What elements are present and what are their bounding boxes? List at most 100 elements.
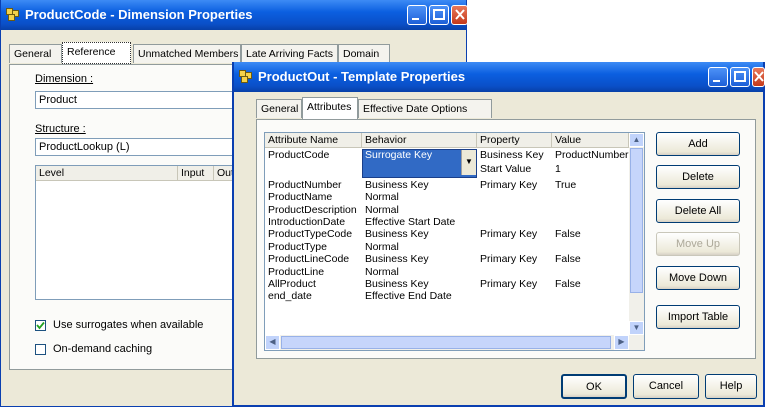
template-properties-titlebar[interactable]: ProductOut - Template Properties: [234, 62, 765, 92]
delete-all-button[interactable]: Delete All: [656, 199, 740, 223]
close-icon[interactable]: [752, 67, 765, 87]
attribute-name-cell: ProductLineCode: [268, 253, 350, 266]
on-demand-caching-label: On-demand caching: [53, 343, 153, 355]
table-row[interactable]: ProductLine Normal: [265, 266, 629, 278]
tab-general[interactable]: General: [256, 99, 302, 118]
behavior-cell: Normal: [365, 203, 399, 216]
table-row[interactable]: IntroductionDate Effective Start Date: [265, 216, 629, 228]
attribute-name-cell: ProductCode: [268, 149, 330, 161]
table-row[interactable]: ProductName Normal: [265, 191, 629, 203]
minimize-icon[interactable]: [708, 67, 728, 87]
behavior-cell: Effective End Date: [365, 290, 452, 303]
structure-field[interactable]: ProductLookup (L): [35, 138, 235, 156]
input-column-header[interactable]: Input: [178, 166, 214, 181]
property-cell: Primary Key: [480, 228, 538, 241]
property-cell: Business Key: [480, 149, 544, 161]
table-row[interactable]: ProductDescription Normal: [265, 204, 629, 216]
tab-reference[interactable]: Reference: [62, 42, 131, 64]
dimension-label: Dimension :: [35, 73, 94, 85]
use-surrogates-checkbox[interactable]: [35, 320, 46, 331]
minimize-icon[interactable]: [407, 5, 427, 25]
behavior-cell: Business Key: [365, 228, 429, 241]
structure-label: Structure :: [35, 123, 86, 135]
dimension-properties-titlebar[interactable]: ProductCode - Dimension Properties: [1, 0, 468, 30]
table-row[interactable]: ProductCode Surrogate Key Business Key Prod…: [265, 149, 629, 178]
table-row[interactable]: end_date Effective End Date: [265, 290, 629, 302]
horizontal-scrollbar[interactable]: ◀ ▶: [265, 335, 644, 350]
tab-unmatched-members[interactable]: Unmatched Members: [133, 44, 241, 63]
table-row[interactable]: ProductType Normal: [265, 241, 629, 253]
value-cell: True: [555, 178, 577, 191]
value-column-header[interactable]: Value: [552, 133, 629, 148]
tab-late-arriving-facts[interactable]: Late Arriving Facts: [241, 44, 338, 63]
close-icon[interactable]: [451, 5, 468, 25]
app-icon: [6, 8, 19, 21]
behavior-cell: Normal: [365, 265, 399, 278]
behavior-cell: Business Key: [365, 253, 429, 266]
delete-button[interactable]: Delete: [656, 165, 740, 189]
move-up-button[interactable]: Move Up: [656, 232, 740, 256]
dimension-field[interactable]: Product: [35, 91, 235, 109]
tab-attributes[interactable]: Attributes: [302, 97, 358, 119]
property-cell: Primary Key: [480, 278, 538, 290]
move-down-button[interactable]: Move Down: [656, 266, 740, 290]
maximize-icon[interactable]: [429, 5, 449, 25]
attribute-name-cell: ProductLine: [268, 265, 325, 278]
scroll-right-icon[interactable]: ▶: [614, 335, 629, 350]
value-cell: ProductNumber: [555, 149, 629, 161]
attribute-name-cell: ProductTypeCode: [268, 228, 353, 241]
cancel-button[interactable]: Cancel: [633, 374, 699, 399]
import-table-button[interactable]: Import Table: [656, 305, 740, 329]
table-row[interactable]: ProductLineCode Business Key Primary Key Fa…: [265, 253, 629, 265]
attribute-name-cell: IntroductionDate: [268, 216, 346, 228]
behavior-cell: Surrogate Key: [365, 149, 433, 161]
attribute-name-cell: ProductNumber: [268, 178, 342, 191]
table-row[interactable]: ProductNumber Business Key Primary Key True: [265, 179, 629, 191]
behavior-cell: Business Key: [365, 178, 429, 191]
attribute-name-cell: end_date: [268, 290, 312, 303]
attributes-grid[interactable]: Attribute Name Behavior Property Value P…: [264, 132, 645, 351]
tab-effective-date-options[interactable]: Effective Date Options: [358, 99, 492, 118]
value-cell: 1: [555, 163, 561, 176]
help-button[interactable]: Help: [705, 374, 757, 399]
attribute-name-column-header[interactable]: Attribute Name: [265, 133, 362, 148]
on-demand-caching-checkbox[interactable]: [35, 344, 46, 355]
ok-button[interactable]: OK: [561, 374, 627, 399]
tab-general[interactable]: General: [9, 44, 62, 63]
template-properties-window: ProductOut - Template Properties General…: [232, 62, 765, 407]
maximize-icon[interactable]: [730, 67, 750, 87]
property-column-header[interactable]: Property: [477, 133, 552, 148]
table-row[interactable]: AllProduct Business Key Primary Key False: [265, 278, 629, 290]
vertical-scrollbar[interactable]: ▲ ▼: [629, 133, 644, 335]
scroll-up-icon[interactable]: ▲: [629, 133, 644, 147]
behavior-cell: Normal: [365, 240, 399, 253]
window-title: ProductOut - Template Properties: [258, 69, 466, 84]
horizontal-scroll-thumb[interactable]: [281, 336, 611, 349]
behavior-column-header[interactable]: Behavior: [362, 133, 477, 148]
scroll-left-icon[interactable]: ◀: [265, 335, 280, 350]
tab-domain[interactable]: Domain: [338, 44, 390, 63]
property-cell: Start Value: [480, 163, 532, 176]
table-row[interactable]: ProductTypeCode Business Key Primary Key Fa…: [265, 228, 629, 240]
attributes-tab-page: Attribute Name Behavior Property Value P…: [256, 119, 756, 359]
attribute-name-cell: ProductDescription: [268, 203, 357, 216]
attribute-name-cell: ProductType: [268, 240, 327, 253]
behavior-cell: Business Key: [365, 278, 429, 290]
add-button[interactable]: Add: [656, 132, 740, 156]
window-title: ProductCode - Dimension Properties: [25, 7, 253, 22]
scroll-down-icon[interactable]: ▼: [629, 321, 644, 335]
attribute-name-cell: ProductName: [268, 191, 333, 204]
value-cell: False: [555, 278, 581, 290]
vertical-scroll-thumb[interactable]: [630, 148, 643, 293]
app-icon: [239, 70, 252, 83]
value-cell: False: [555, 253, 581, 266]
property-cell: Primary Key: [480, 253, 538, 266]
behavior-cell: Normal: [365, 191, 399, 204]
value-cell: False: [555, 228, 581, 241]
behavior-cell: Effective Start Date: [365, 216, 456, 228]
level-list[interactable]: Level Input Out: [35, 165, 255, 300]
property-cell: Primary Key: [480, 178, 538, 191]
chevron-down-icon[interactable]: ▼: [461, 150, 476, 175]
level-column-header[interactable]: Level: [36, 166, 178, 181]
attribute-name-cell: AllProduct: [268, 278, 316, 290]
